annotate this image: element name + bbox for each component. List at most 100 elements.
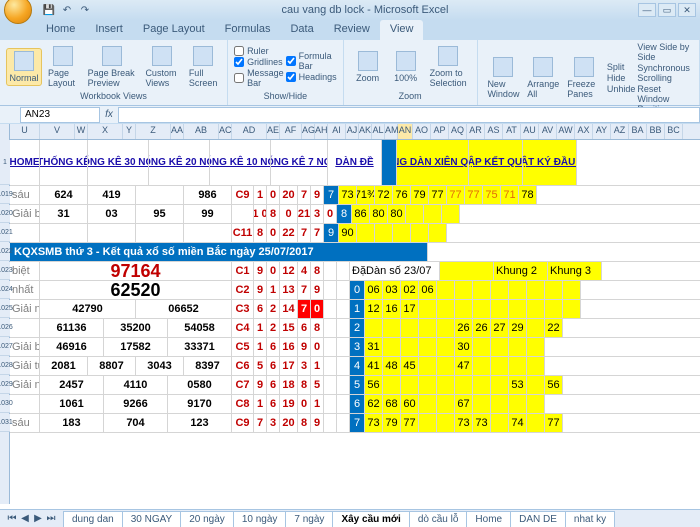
col-header-AO[interactable]: AO	[413, 124, 431, 139]
cell[interactable]	[527, 357, 545, 375]
col-header-BC[interactable]: BC	[665, 124, 683, 139]
col-header-AH[interactable]: AH	[315, 124, 328, 139]
cell[interactable]: 73	[455, 414, 473, 432]
col-header-AZ[interactable]: AZ	[611, 124, 629, 139]
cell[interactable]	[440, 262, 494, 280]
col-header-AI[interactable]: AI	[328, 124, 346, 139]
sheet-nav-last-icon[interactable]: ⏭	[45, 513, 57, 524]
cell[interactable]: 8	[311, 262, 324, 280]
cell[interactable]: 46916	[40, 338, 104, 356]
cell[interactable]: 56	[545, 376, 563, 394]
cell[interactable]: 3043	[136, 357, 184, 375]
col-header-AE[interactable]: AE	[267, 124, 280, 139]
redo-icon[interactable]: ↷	[78, 3, 92, 17]
cell[interactable]	[324, 262, 337, 280]
cell[interactable]: 986	[184, 186, 232, 204]
maximize-button[interactable]: ▭	[658, 3, 676, 17]
cell[interactable]: C11	[232, 224, 254, 242]
cell[interactable]: 7	[311, 224, 324, 242]
cell[interactable]: C4	[232, 319, 254, 337]
cell[interactable]	[383, 338, 401, 356]
col-header-AB[interactable]: AB	[184, 124, 219, 139]
cell[interactable]: 77	[545, 414, 563, 432]
tab-home[interactable]: Home	[36, 20, 85, 40]
cell[interactable]: 7	[350, 414, 365, 432]
cell[interactable]: 2	[267, 300, 280, 318]
cell[interactable]: 1	[254, 338, 267, 356]
cell[interactable]: sáu	[10, 186, 40, 204]
col-header-AL[interactable]: AL	[372, 124, 385, 139]
cell[interactable]: 62	[365, 395, 383, 413]
cell[interactable]: 21	[298, 205, 311, 223]
col-header-BA[interactable]: BA	[629, 124, 647, 139]
cell[interactable]: 9170	[168, 395, 232, 413]
cell[interactable]	[491, 357, 509, 375]
results-banner[interactable]: KQXSMB thứ 3 - Kết quả xổ số miền Bắc ng…	[10, 243, 428, 261]
link-dungdan[interactable]: DỰNG DÀN XIÊN QUAY	[397, 140, 469, 185]
col-header-AU[interactable]: AU	[521, 124, 539, 139]
col-header-AJ[interactable]: AJ	[346, 124, 359, 139]
cell[interactable]: 54058	[168, 319, 232, 337]
sheet-nav-next-icon[interactable]: ▶	[32, 513, 44, 524]
cell[interactable]: 73	[339, 186, 357, 204]
col-header-Y[interactable]: Y	[123, 124, 136, 139]
cell[interactable]	[563, 281, 581, 299]
cell[interactable]: 6	[350, 395, 365, 413]
cell[interactable]	[10, 395, 40, 413]
cell[interactable]: 17	[280, 357, 298, 375]
cell[interactable]: 17	[401, 300, 419, 318]
cell[interactable]: 45	[401, 357, 419, 375]
tab-data[interactable]: Data	[280, 20, 323, 40]
cell[interactable]: 86	[352, 205, 370, 223]
cell[interactable]	[10, 319, 40, 337]
split-button[interactable]: Split	[607, 62, 636, 72]
cell[interactable]	[337, 376, 350, 394]
cell[interactable]: 0	[267, 186, 280, 204]
sheet-tab[interactable]: 10 ngày	[233, 511, 287, 527]
cell[interactable]: Giải nhì	[10, 300, 40, 318]
cell[interactable]: 8	[254, 224, 267, 242]
cell[interactable]	[324, 357, 337, 375]
cell[interactable]	[357, 224, 375, 242]
cell[interactable]	[527, 395, 545, 413]
row-header[interactable]: 1021	[0, 224, 10, 242]
cell[interactable]: 704	[104, 414, 168, 432]
cell[interactable]: 9	[311, 414, 324, 432]
cell[interactable]	[337, 395, 350, 413]
cell[interactable]: 67	[455, 395, 473, 413]
cell[interactable]	[324, 376, 337, 394]
cell[interactable]: 6	[267, 395, 280, 413]
headings-checkbox[interactable]: Headings	[286, 72, 337, 82]
freeze-panes-button[interactable]: Freeze Panes	[563, 55, 605, 101]
row-header[interactable]: 1022	[0, 243, 10, 261]
cell[interactable]: 1	[350, 300, 365, 318]
sheet-tab[interactable]: 20 ngày	[180, 511, 234, 527]
ruler-checkbox[interactable]: Ruler	[234, 46, 284, 56]
cell[interactable]	[437, 414, 455, 432]
cell[interactable]: 95	[136, 205, 184, 223]
cell[interactable]: 624	[40, 186, 88, 204]
cell[interactable]: Giải bảy	[10, 205, 40, 223]
cell[interactable]	[419, 300, 437, 318]
cell[interactable]	[491, 281, 509, 299]
cell[interactable]: 20	[280, 186, 298, 204]
cell[interactable]: 2081	[40, 357, 88, 375]
cell[interactable]: 7	[298, 186, 311, 204]
cell[interactable]	[455, 281, 473, 299]
cell[interactable]: 12	[280, 262, 298, 280]
formula-input[interactable]	[118, 107, 700, 123]
cell[interactable]: 123	[168, 414, 232, 432]
cell[interactable]	[393, 224, 411, 242]
cell[interactable]	[563, 300, 581, 318]
cell[interactable]: 5	[254, 357, 267, 375]
new-window-button[interactable]: New Window	[484, 55, 524, 101]
cell[interactable]: 53	[509, 376, 527, 394]
cell[interactable]	[527, 376, 545, 394]
cell[interactable]: 79	[411, 186, 429, 204]
cell[interactable]: 7	[298, 300, 311, 318]
cell[interactable]	[455, 376, 473, 394]
row-header[interactable]: 1023	[0, 262, 10, 280]
cell[interactable]	[324, 319, 337, 337]
sheet-tab[interactable]: DAN DE	[510, 511, 566, 527]
cell[interactable]	[545, 281, 563, 299]
